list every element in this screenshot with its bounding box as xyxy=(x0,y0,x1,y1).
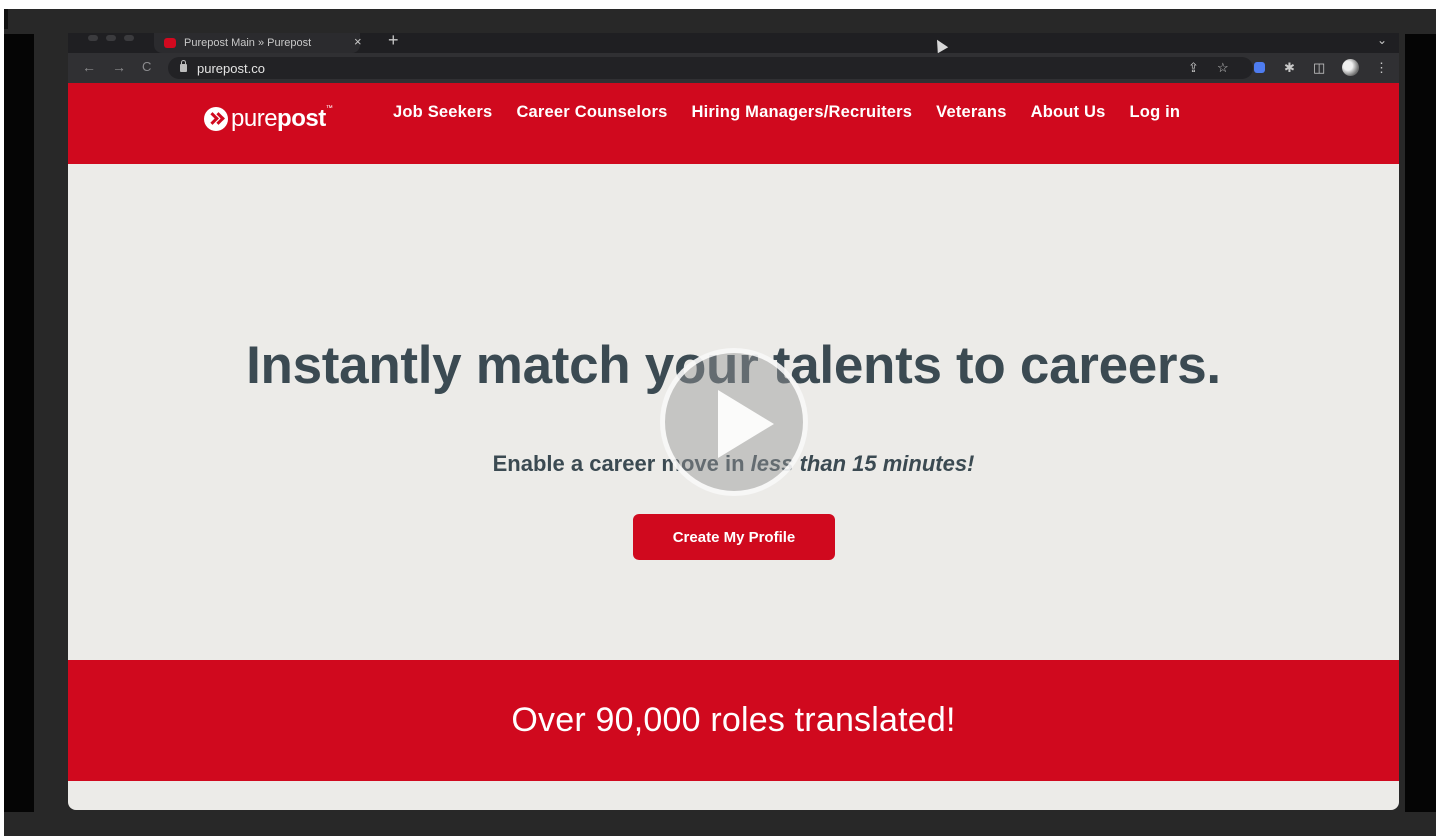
address-bar[interactable]: purepost.co xyxy=(168,57,1253,79)
back-icon[interactable]: ← xyxy=(82,59,96,75)
roles-banner: Over 90,000 roles translated! xyxy=(68,660,1399,781)
tab-strip: Purepost Main » Purepost × + ⌄ xyxy=(68,33,1399,54)
side-panel-icon[interactable]: ◫ xyxy=(1313,60,1325,76)
tab-search-chevron-icon[interactable]: ⌄ xyxy=(1377,33,1387,47)
create-profile-button[interactable]: Create My Profile xyxy=(633,514,835,560)
logo-trademark: ™ xyxy=(325,105,333,112)
url-text[interactable]: purepost.co xyxy=(197,61,265,76)
profile-avatar[interactable] xyxy=(1342,59,1359,76)
logo-bold: post xyxy=(277,105,326,132)
extensions-puzzle-icon[interactable]: ✱ xyxy=(1284,60,1295,76)
purepost-chevron-icon xyxy=(204,107,228,131)
letterbox-right xyxy=(1405,34,1436,812)
window-close-control[interactable] xyxy=(88,35,98,41)
logo-light: pure xyxy=(231,105,278,132)
letterbox-left xyxy=(4,34,34,812)
tab-favicon-icon xyxy=(164,38,176,48)
tab-title: Purepost Main » Purepost xyxy=(184,37,312,49)
forward-icon[interactable]: → xyxy=(112,59,126,75)
nav-hiring-managers[interactable]: Hiring Managers/Recruiters xyxy=(691,103,912,122)
nav-career-counselors[interactable]: Career Counselors xyxy=(516,103,667,122)
bookmark-star-icon[interactable]: ☆ xyxy=(1217,60,1229,76)
nav-job-seekers[interactable]: Job Seekers xyxy=(393,103,492,122)
logo-text: purepost™ xyxy=(231,105,333,133)
video-play-icon[interactable] xyxy=(660,348,808,496)
reload-icon[interactable]: C xyxy=(142,59,151,74)
browser-tab[interactable]: Purepost Main » Purepost xyxy=(154,33,360,53)
new-tab-icon[interactable]: + xyxy=(388,33,399,51)
nav-log-in[interactable]: Log in xyxy=(1130,103,1181,122)
share-icon[interactable]: ⇪ xyxy=(1188,60,1199,76)
hero-title-rest: match your talents to careers. xyxy=(461,336,1221,395)
frame-edge xyxy=(4,9,8,29)
window-minimize-control[interactable] xyxy=(106,35,116,41)
main-nav: Job Seekers Career Counselors Hiring Man… xyxy=(393,103,1204,122)
tab-close-icon[interactable]: × xyxy=(354,34,362,49)
zoom-extension-icon[interactable] xyxy=(1254,62,1265,73)
browser-window: Purepost Main » Purepost × + ⌄ ← → C pur… xyxy=(68,33,1399,810)
hero-title-strong: Instantly xyxy=(246,336,462,395)
mouse-cursor-icon xyxy=(931,36,949,54)
roles-banner-text: Over 90,000 roles translated! xyxy=(511,701,956,739)
nav-about-us[interactable]: About Us xyxy=(1031,103,1106,122)
lock-icon[interactable] xyxy=(180,60,187,72)
site-header: purepost™ Job Seekers Career Counselors … xyxy=(68,83,1399,164)
nav-veterans[interactable]: Veterans xyxy=(936,103,1006,122)
purepost-logo[interactable]: purepost™ xyxy=(204,105,333,133)
window-zoom-control[interactable] xyxy=(124,35,134,41)
browser-menu-icon[interactable]: ⋮ xyxy=(1375,60,1388,76)
browser-toolbar: ← → C purepost.co ⇪ ☆ ✱ ◫ ⋮ xyxy=(68,53,1399,83)
